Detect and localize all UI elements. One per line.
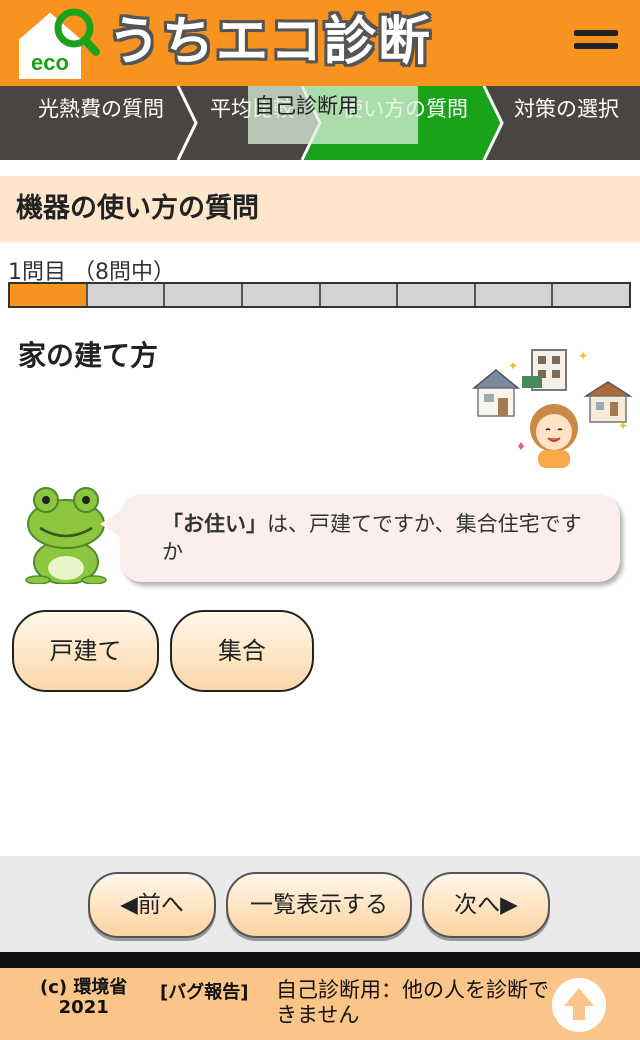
speech-bubble-tail bbox=[100, 510, 122, 538]
choice-detached-house-button[interactable]: 戸建て bbox=[12, 610, 159, 692]
app-title: うちエコ診断 bbox=[108, 12, 433, 72]
question-title: 家の建て方 bbox=[18, 339, 159, 372]
progress-segment bbox=[87, 284, 166, 306]
eco-logo-icon: eco bbox=[19, 8, 100, 79]
svg-text:✦: ✦ bbox=[508, 359, 518, 373]
svg-text:✦: ✦ bbox=[578, 349, 588, 363]
progress-segment bbox=[398, 284, 476, 306]
choice-apartment-button[interactable]: 集合 bbox=[170, 610, 314, 692]
list-view-button[interactable]: 一覧表示する bbox=[226, 872, 412, 938]
houses-illustration: ✦ ✦ ✦ bbox=[471, 349, 633, 468]
progress-segment bbox=[475, 284, 554, 306]
bubble-emphasis: 「お住い」 bbox=[162, 512, 267, 536]
arrow-up-icon bbox=[564, 988, 594, 1020]
self-diagnosis-overlay: 自己診断用 bbox=[248, 86, 418, 144]
footer-note: 自己診断用：他の人を診断できません bbox=[276, 978, 549, 1027]
copyright: (c) 環境省 2021 bbox=[40, 978, 127, 1018]
section-title: 機器の使い方の質問 bbox=[0, 176, 640, 242]
step-4: 対策の選択 bbox=[514, 86, 624, 160]
step-label: 対策の選択 bbox=[514, 97, 619, 121]
progress-segment bbox=[165, 284, 243, 306]
question-progress-bar bbox=[8, 282, 631, 308]
step-1: 光熱費の質問 bbox=[38, 86, 178, 160]
speech-bubble: 「お住い」は、戸建てですか、集合住宅ですか bbox=[120, 494, 620, 582]
hamburger-menu-icon[interactable] bbox=[574, 30, 618, 56]
logo-text: eco bbox=[31, 50, 69, 75]
step-label: 光熱費の質問 bbox=[38, 97, 164, 121]
progress-segment bbox=[242, 284, 321, 306]
progress-segment bbox=[320, 284, 399, 306]
svg-text:✦: ✦ bbox=[618, 419, 628, 433]
chevron-right-icon bbox=[480, 86, 504, 160]
copyright-line2: 2021 bbox=[58, 997, 109, 1018]
next-button[interactable]: 次へ▶ bbox=[422, 872, 550, 938]
progress-segment bbox=[553, 284, 629, 306]
bug-report-link[interactable]: [バグ報告] bbox=[160, 978, 248, 1004]
chevron-right-icon bbox=[176, 86, 198, 160]
copyright-line1: (c) 環境省 bbox=[40, 977, 128, 998]
scroll-top-button[interactable] bbox=[552, 978, 606, 1032]
app-header: eco うちエコ診断 bbox=[0, 0, 640, 86]
footer-divider bbox=[0, 952, 640, 968]
prev-button[interactable]: ◀前へ bbox=[88, 872, 216, 938]
progress-segment-done bbox=[10, 284, 88, 306]
